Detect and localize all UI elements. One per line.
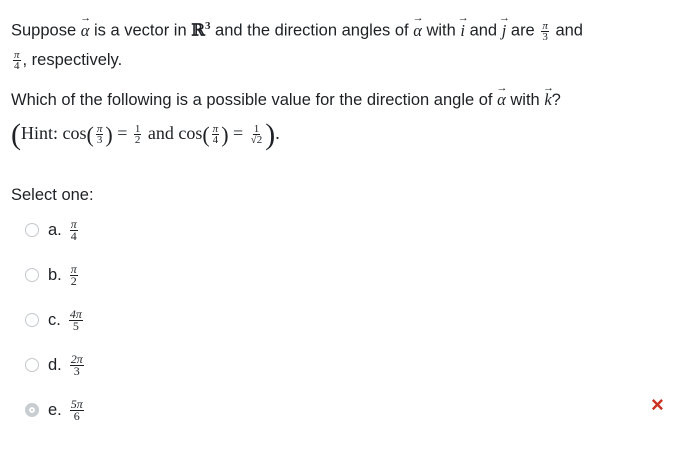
text-and: and <box>469 21 498 40</box>
text-with: with <box>510 91 540 109</box>
answer-option-b[interactable]: b. π2 <box>25 260 80 290</box>
angle-pi-over-4: π4 <box>13 48 21 72</box>
space-exponent: 3 <box>204 20 211 32</box>
radio-button[interactable] <box>25 223 39 237</box>
option-label: c. <box>48 310 61 329</box>
option-value: 5π 6 <box>69 396 84 423</box>
vector-alpha: α <box>413 16 422 45</box>
radio-button[interactable] <box>25 313 39 327</box>
text-suppose: Suppose <box>11 21 77 40</box>
hint-period: . <box>275 123 280 143</box>
hint-and: and <box>143 123 179 143</box>
option-value: 4π 5 <box>68 306 83 333</box>
option-value: 2π 3 <box>69 351 84 378</box>
answer-option-d[interactable]: d. 2π 3 <box>25 350 86 380</box>
option-label: e. <box>48 400 62 419</box>
cos2-argument: π4 <box>211 123 220 147</box>
hint-open-paren: ( <box>11 117 21 151</box>
cos-function: cos <box>62 123 87 143</box>
option-label: d. <box>48 355 62 374</box>
hint-label: Hint: <box>21 123 63 143</box>
text-is-a-vector-in: is a vector in <box>94 21 187 40</box>
text-and: and <box>555 21 583 40</box>
answer-option-e[interactable]: e. 5π 6 <box>25 395 86 425</box>
hint-formula: (Hint: cos(π 3) = 12 and cos(π 4) = 1 √2). <box>11 117 280 151</box>
text-respectively: , respectively. <box>22 50 123 69</box>
option-value: π4 <box>69 216 78 243</box>
text-which: Which of the following is a possible val… <box>11 91 493 109</box>
select-one-label: Select one: <box>11 186 94 204</box>
vector-k: k <box>544 88 551 112</box>
vector-i: i <box>460 16 465 45</box>
cos-function: cos <box>178 123 203 143</box>
equals-sign: = <box>228 123 248 143</box>
cos1-value: 12 <box>133 123 142 147</box>
question-prompt: Which of the following is a possible val… <box>11 88 679 112</box>
space-r: ℝ <box>191 20 205 40</box>
option-label: b. <box>48 265 62 284</box>
answer-option-c[interactable]: c. 4π 5 <box>25 305 85 335</box>
radio-button[interactable] <box>25 358 39 372</box>
vector-alpha: α <box>81 16 90 45</box>
equals-sign: = <box>112 123 132 143</box>
radio-button[interactable] <box>25 268 39 282</box>
option-label: a. <box>48 220 62 239</box>
vector-j: j <box>502 16 507 45</box>
angle-pi-over-3: π3 <box>541 19 549 43</box>
option-value: π2 <box>69 261 78 288</box>
text-with: with <box>426 21 456 40</box>
vector-alpha: α <box>497 88 506 112</box>
answer-option-a[interactable]: a. π4 <box>25 215 80 245</box>
incorrect-icon: × <box>651 392 664 417</box>
hint-close-paren: ) <box>265 117 276 151</box>
radio-button-selected[interactable] <box>25 403 39 417</box>
text-direction-angles: and the direction angles of <box>215 21 409 40</box>
text-are: are <box>510 21 535 40</box>
cos2-value: 1 √2 <box>250 123 263 147</box>
question-text: Suppose α is a vector in ℝ3 and the dire… <box>11 12 679 75</box>
cos1-argument: π3 <box>95 123 104 147</box>
